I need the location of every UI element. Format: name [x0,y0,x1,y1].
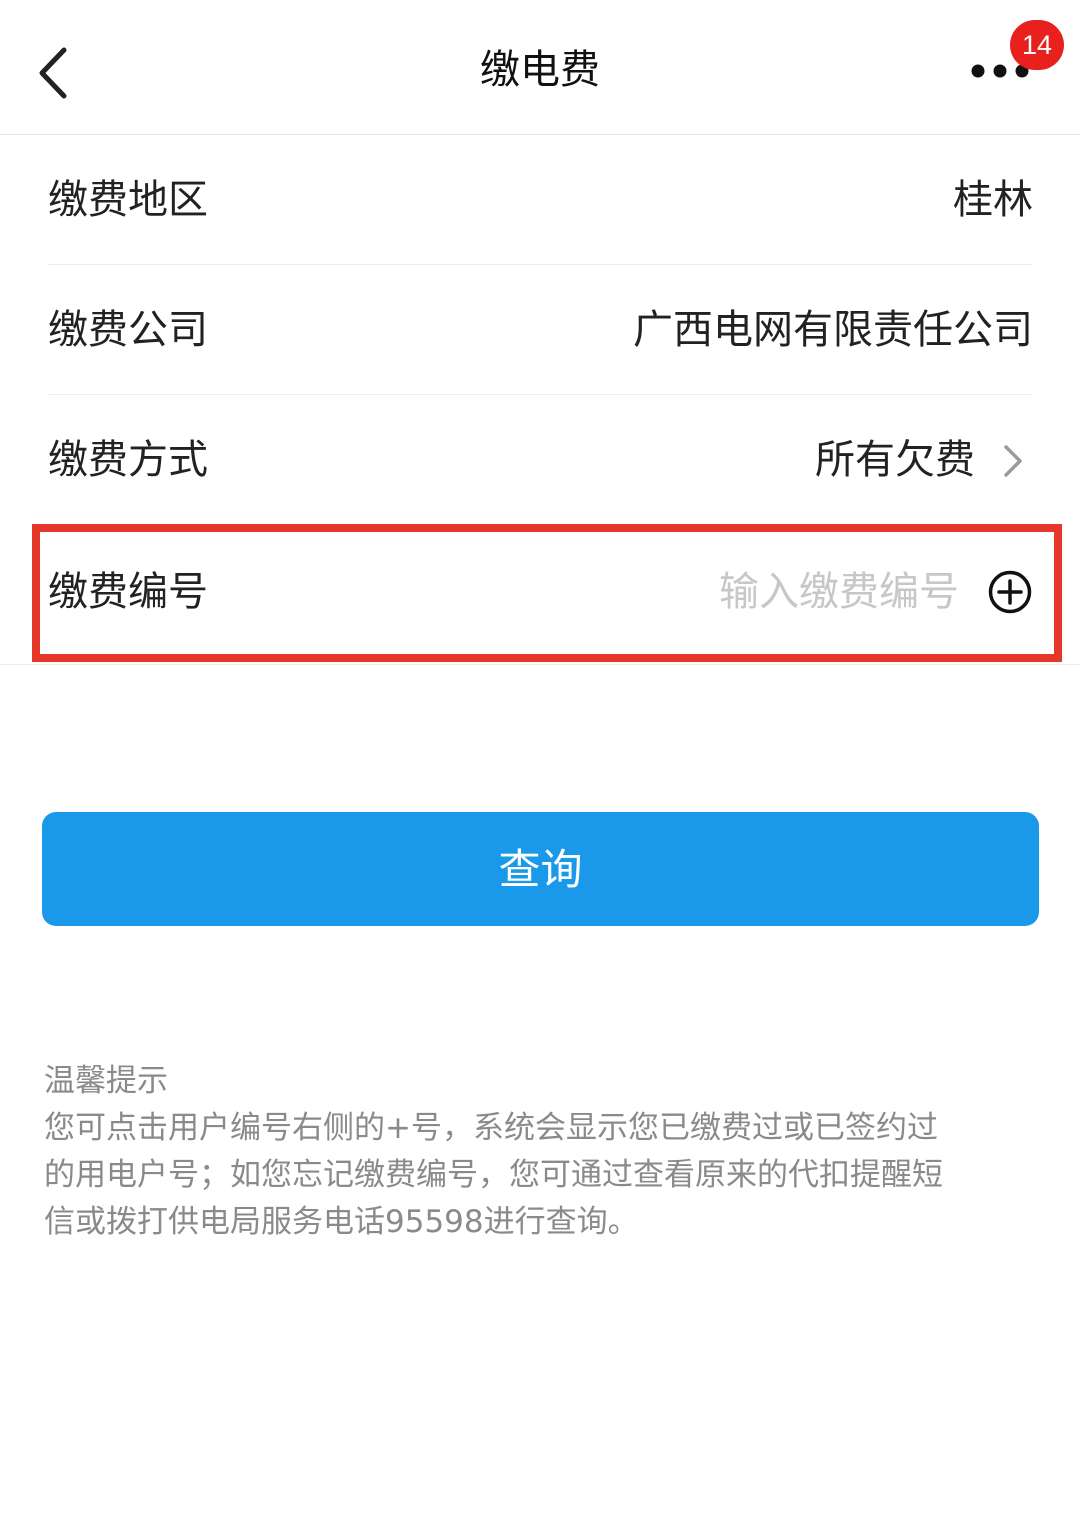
navigation-bar: 缴电费 14 [0,0,1080,135]
tips-line: 信或拨打供电局服务电话95598进行查询。 [44,1204,639,1240]
payment-method-value: 所有欠费 [815,437,975,483]
tips-title: 温馨提示 [44,1063,168,1099]
company-label: 缴费公司 [48,307,208,353]
query-button[interactable]: 查询 [42,812,1039,926]
company-row[interactable]: 缴费公司 广西电网有限责任公司 [48,265,1033,395]
tips-line: 的用电户号；如您忘记缴费编号，您可通过查看原来的代扣提醒短 [44,1157,943,1193]
notification-badge: 14 [1010,20,1064,70]
page-title: 缴电费 [480,47,600,93]
payment-method-row[interactable]: 缴费方式 所有欠费 [48,395,1033,525]
company-value: 广西电网有限责任公司 [633,307,1033,353]
payment-method-label: 缴费方式 [48,437,208,483]
tips-section: 温馨提示 您可点击用户编号右侧的+号，系统会显示您已缴费过或已签约过 的用电户号… [44,1058,1044,1246]
region-label: 缴费地区 [48,177,208,223]
highlight-annotation-box [32,524,1062,662]
section-divider [0,664,1080,665]
tips-line: 您可点击用户编号右侧的+号，系统会显示您已缴费过或已签约过 [44,1110,938,1146]
chevron-right-icon [1004,445,1022,477]
region-row[interactable]: 缴费地区 桂林 [48,135,1033,265]
region-value: 桂林 [953,177,1033,223]
